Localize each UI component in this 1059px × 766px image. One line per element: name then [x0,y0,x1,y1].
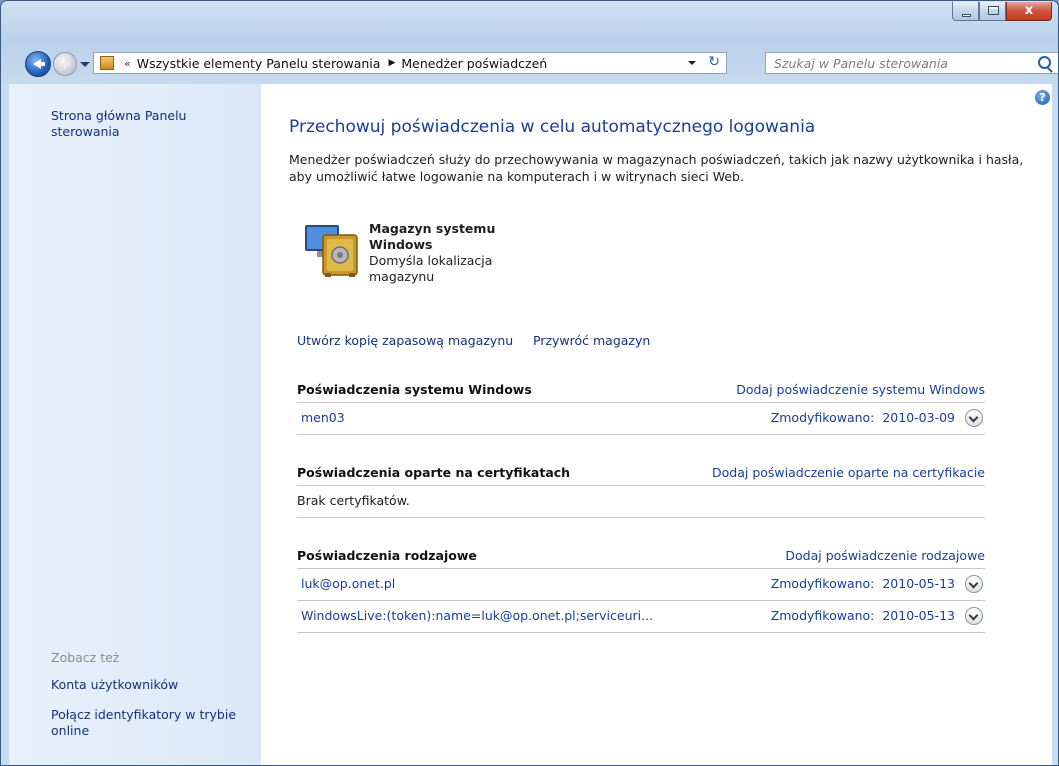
modified-date: 2010-03-09 [882,410,955,425]
breadcrumb-overflow-chevron[interactable]: « [124,57,131,70]
title-bar[interactable]: x [1,1,1058,45]
page-title: Przechowuj poświadczenia w celu automaty… [289,117,816,137]
address-bar[interactable]: « Wszystkie elementy Panelu sterowania ▶… [93,52,727,74]
vault-name: Magazyn systemu Windows [369,221,496,252]
control-panel-icon [100,56,114,70]
control-panel-window: x « Wszystkie elementy Panelu sterowania… [0,0,1059,766]
refresh-icon[interactable]: ↻ [708,54,720,70]
expand-chevron-icon[interactable] [965,575,983,593]
add-windows-credential-link[interactable]: Dodaj poświadczenie systemu Windows [736,382,985,397]
credential-row[interactable]: WindowsLive:(token):name=luk@op.onet.pl;… [297,601,985,633]
credential-modified: Zmodyfikowano: 2010-05-13 [771,608,955,623]
credential-row[interactable]: luk@op.onet.pl Zmodyfikowano: 2010-05-13 [297,569,985,601]
credential-row[interactable]: men03 Zmodyfikowano: 2010-03-09 [297,403,985,435]
vault-subtitle: Domyśla lokalizacja magazynu [369,253,493,284]
empty-row: Brak certyfikatów. [297,486,985,518]
modified-date: 2010-05-13 [882,608,955,623]
credential-name[interactable]: men03 [301,410,345,425]
back-button[interactable] [25,51,51,77]
caption-buttons: x [952,2,1052,21]
maximize-icon [988,6,999,15]
breadcrumb-credential-manager[interactable]: Menedżer poświadczeń [401,56,547,71]
modified-label: Zmodyfikowano: [770,576,875,591]
search-icon[interactable] [1038,56,1051,69]
see-also-heading: Zobacz też [51,650,120,665]
modified-label: Zmodyfikowano: [770,410,875,425]
section-header: Poświadczenia rodzajowe Dodaj poświadcze… [297,544,985,569]
minimize-icon [962,14,971,17]
generic-credentials-section: Poświadczenia rodzajowe Dodaj poświadcze… [297,544,985,633]
windows-credentials-section: Poświadczenia systemu Windows Dodaj pośw… [297,378,985,435]
vault-icon[interactable] [303,221,365,279]
modified-date: 2010-05-13 [882,576,955,591]
sidebar: Strona główna Panelu sterowania Zobacz t… [9,84,261,765]
section-title: Poświadczenia systemu Windows [297,382,532,397]
navigation-bar: « Wszystkie elementy Panelu sterowania ▶… [1,47,1058,79]
content-area: Strona główna Panelu sterowania Zobacz t… [9,84,1052,765]
section-title: Poświadczenia oparte na certyfikatach [297,465,571,480]
modified-label: Zmodyfikowano: [770,608,875,623]
sidebar-link-online-ids[interactable]: Połącz identyfikatory w trybie online [51,707,251,739]
close-button[interactable]: x [1006,2,1052,21]
expand-chevron-icon[interactable] [965,607,983,625]
maximize-button[interactable] [979,2,1006,21]
restore-vault-link[interactable]: Przywróć magazyn [533,333,650,348]
add-generic-credential-link[interactable]: Dodaj poświadczenie rodzajowe [785,548,985,563]
credential-modified: Zmodyfikowano: 2010-05-13 [771,576,955,591]
breadcrumb-all-items[interactable]: Wszystkie elementy Panelu sterowania [137,56,381,71]
forward-button[interactable] [53,52,77,76]
search-input[interactable]: Szukaj w Panelu sterowania [765,52,1058,74]
breadcrumb-separator-icon[interactable]: ▶ [388,58,395,68]
certificate-credentials-section: Poświadczenia oparte na certyfikatach Do… [297,461,985,518]
page-description: Menedżer poświadczeń służy do przechowyw… [289,152,1024,184]
vault-label[interactable]: Magazyn systemu Windows Domyśla lokaliza… [369,221,509,285]
section-title: Poświadczenia rodzajowe [297,548,477,563]
address-history-dropdown-icon[interactable] [688,61,696,65]
credential-name[interactable]: WindowsLive:(token):name=luk@op.onet.pl;… [301,608,653,623]
main-panel: Przechowuj poświadczenia w celu automaty… [289,84,1052,765]
search-placeholder: Szukaj w Panelu sterowania [774,56,948,71]
minimize-button[interactable] [952,2,979,21]
credential-modified: Zmodyfikowano: 2010-03-09 [771,410,955,425]
section-header: Poświadczenia systemu Windows Dodaj pośw… [297,378,985,403]
add-certificate-credential-link[interactable]: Dodaj poświadczenie oparte na certyfikac… [712,465,985,480]
no-certificates-text: Brak certyfikatów. [297,493,410,508]
expand-chevron-icon[interactable] [965,409,983,427]
recent-pages-dropdown-icon[interactable] [80,62,90,67]
sidebar-user-accounts-link[interactable]: Konta użytkowników [51,677,178,693]
sidebar-home-link[interactable]: Strona główna Panelu sterowania [51,108,221,140]
close-icon: x [1024,3,1034,18]
section-header: Poświadczenia oparte na certyfikatach Do… [297,461,985,486]
credential-name[interactable]: luk@op.onet.pl [301,576,395,591]
backup-vault-link[interactable]: Utwórz kopię zapasową magazynu [297,333,513,348]
